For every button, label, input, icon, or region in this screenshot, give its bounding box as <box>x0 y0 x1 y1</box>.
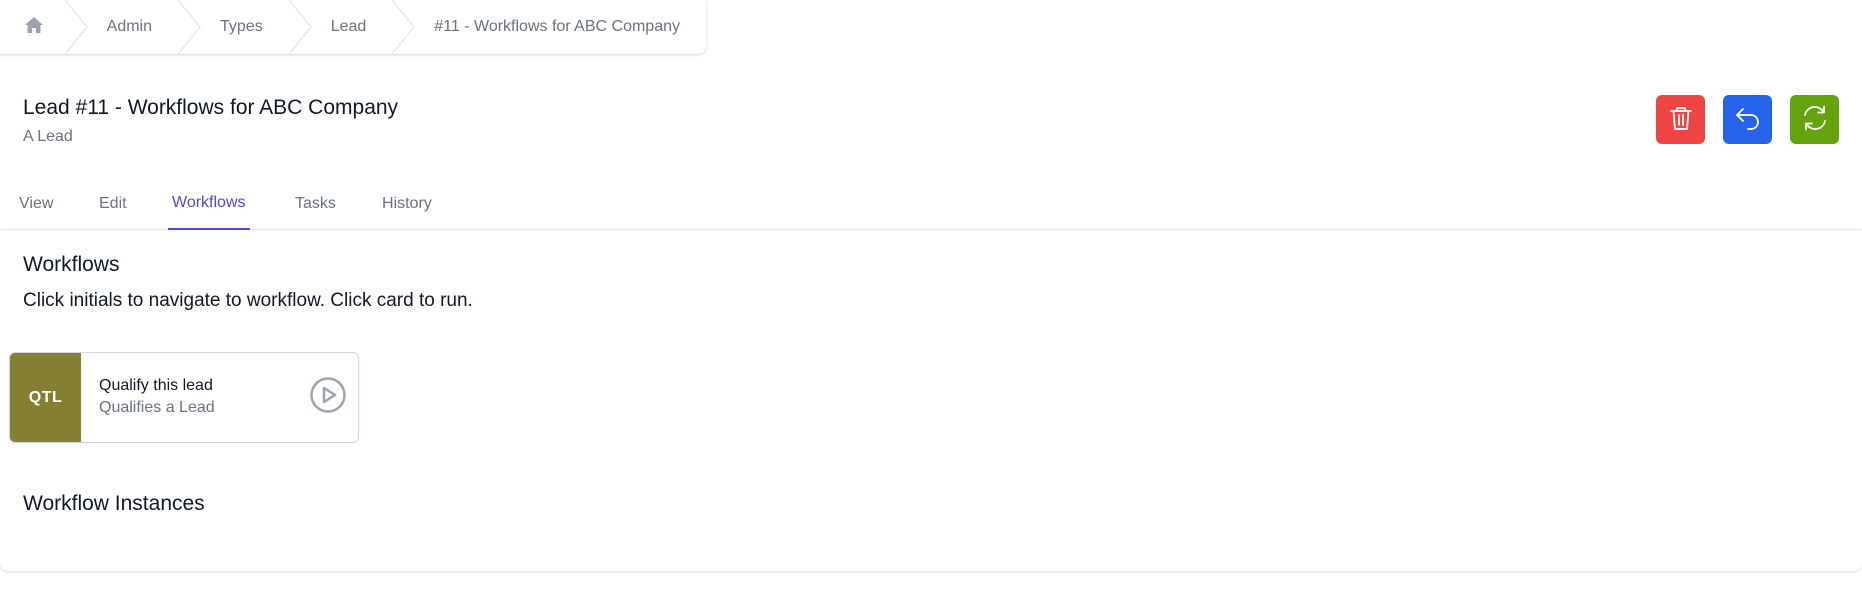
refresh-icon <box>1801 104 1829 135</box>
breadcrumb-label: Lead <box>330 18 367 35</box>
page-title: Lead #11 - Workflows for ABC Company <box>23 96 399 119</box>
breadcrumb-separator <box>288 0 312 54</box>
breadcrumb-label: #11 - Workflows for ABC Company <box>434 18 680 35</box>
delete-button[interactable] <box>1656 95 1705 144</box>
workflow-card-body: Qualify this lead Qualifies a Lead <box>81 353 298 442</box>
breadcrumb-item-current[interactable]: #11 - Workflows for ABC Company <box>392 0 706 54</box>
breadcrumb-item-types[interactable]: Types <box>178 0 289 54</box>
workflow-initials[interactable]: QTL <box>10 353 81 442</box>
breadcrumb-item-admin[interactable]: Admin <box>64 0 178 54</box>
tab-history[interactable]: History <box>382 178 432 230</box>
breadcrumb-home[interactable] <box>0 0 65 54</box>
breadcrumb-separator <box>178 0 201 54</box>
undo-icon <box>1734 106 1762 133</box>
breadcrumb-label: Types <box>220 18 263 35</box>
header-actions <box>1656 95 1839 144</box>
home-icon <box>24 16 44 39</box>
tab-edit[interactable]: Edit <box>99 178 127 230</box>
tab-view[interactable]: View <box>19 178 53 230</box>
workflows-panel: Workflows Click initials to navigate to … <box>0 231 1862 571</box>
workflows-description: Click initials to navigate to workflow. … <box>23 290 473 311</box>
play-circle-icon <box>309 376 347 419</box>
breadcrumb-separator <box>64 0 88 54</box>
breadcrumb-item-lead[interactable]: Lead <box>288 0 393 54</box>
workflow-description: Qualifies a Lead <box>99 399 215 416</box>
refresh-button[interactable] <box>1790 95 1839 144</box>
trash-icon <box>1669 105 1693 134</box>
page-subtitle: A Lead <box>23 128 73 145</box>
workflow-run[interactable] <box>298 353 358 442</box>
tab-tasks[interactable]: Tasks <box>295 178 336 230</box>
tab-bar: View Edit Workflows Tasks History <box>0 178 1862 230</box>
back-button[interactable] <box>1723 95 1772 144</box>
breadcrumb: Admin Types Lead #11 - Workflows for ABC… <box>0 0 706 54</box>
tab-workflows[interactable]: Workflows <box>168 178 250 230</box>
workflow-name: Qualify this lead <box>99 377 213 394</box>
workflows-heading: Workflows <box>23 253 120 276</box>
breadcrumb-label: Admin <box>106 18 152 35</box>
workflow-instances-heading: Workflow Instances <box>23 492 205 515</box>
breadcrumb-separator <box>392 0 416 54</box>
workflow-card[interactable]: QTL Qualify this lead Qualifies a Lead <box>9 352 359 443</box>
